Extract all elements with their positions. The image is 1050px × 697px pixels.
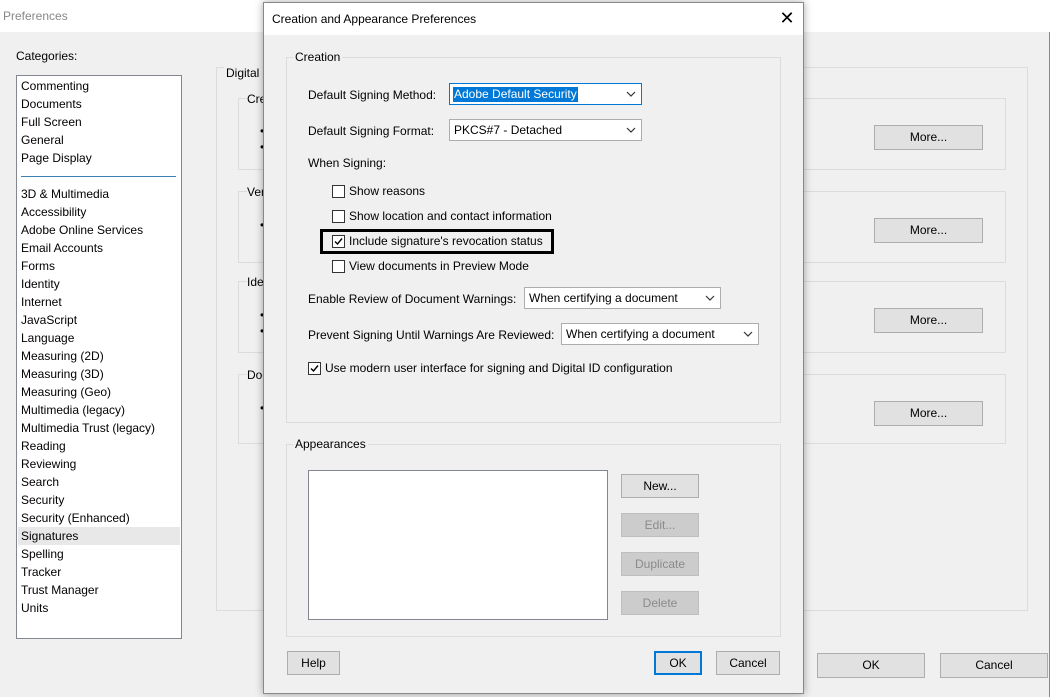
category-item[interactable]: Commenting [21, 77, 89, 95]
category-item[interactable]: Internet [21, 293, 62, 311]
when-signing-label: When Signing: [308, 156, 387, 170]
categories-separator [21, 176, 176, 177]
category-item[interactable]: Measuring (Geo) [21, 383, 111, 401]
more-button-document[interactable]: More... [874, 401, 983, 426]
close-icon[interactable]: ✕ [777, 7, 797, 29]
more-button-verification[interactable]: More... [874, 218, 983, 243]
signing-method-value: Adobe Default Security [453, 87, 578, 102]
checkbox-label: View documents in Preview Mode [349, 259, 529, 273]
checkbox[interactable] [332, 210, 345, 223]
categories-label: Categories: [16, 49, 78, 63]
delete-appearance-button[interactable]: Delete [621, 591, 699, 615]
dialog-title-bar: Creation and Appearance Preferences ✕ [264, 3, 803, 35]
modern-ui-label: Use modern user interface for signing an… [325, 361, 673, 375]
category-item[interactable]: Page Display [21, 149, 92, 167]
new-appearance-button[interactable]: New... [621, 474, 699, 498]
preferences-ok-button[interactable]: OK [817, 653, 925, 678]
category-item-selected[interactable]: Signatures [18, 527, 180, 545]
checkmark-icon [310, 365, 319, 373]
category-item[interactable]: Spelling [21, 545, 64, 563]
category-item[interactable]: Forms [21, 257, 55, 275]
chevron-down-icon [626, 127, 636, 133]
category-item[interactable]: Security (Enhanced) [21, 509, 130, 527]
category-item[interactable]: Reviewing [21, 455, 76, 473]
category-item[interactable]: Measuring (3D) [21, 365, 104, 383]
revocation-status-highlight [320, 229, 554, 254]
category-item[interactable]: Tracker [21, 563, 61, 581]
bg-group-label-identities: Ide [247, 275, 264, 289]
category-item[interactable]: General [21, 131, 64, 149]
category-item[interactable]: Multimedia (legacy) [21, 401, 125, 419]
signing-method-label: Default Signing Method: [308, 88, 437, 102]
category-item[interactable]: Search [21, 473, 59, 491]
prevent-signing-label: Prevent Signing Until Warnings Are Revie… [308, 328, 555, 342]
category-item[interactable]: Email Accounts [21, 239, 103, 257]
review-warnings-value: When certifying a document [529, 291, 678, 305]
category-item[interactable]: Multimedia Trust (legacy) [21, 419, 155, 437]
category-item[interactable]: Accessibility [21, 203, 86, 221]
chevron-down-icon [626, 91, 636, 97]
dialog-cancel-button[interactable]: Cancel [716, 651, 780, 675]
category-item[interactable]: JavaScript [21, 311, 77, 329]
more-button-creation[interactable]: More... [874, 125, 983, 150]
checkbox[interactable] [332, 185, 345, 198]
signing-format-dropdown[interactable]: PKCS#7 - Detached [449, 119, 642, 141]
signing-format-label: Default Signing Format: [308, 124, 435, 138]
category-item[interactable]: Documents [21, 95, 82, 113]
category-item[interactable]: Units [21, 599, 48, 617]
category-item[interactable]: Trust Manager [21, 581, 99, 599]
signing-method-dropdown[interactable]: Adobe Default Security [449, 83, 642, 105]
category-item[interactable]: Full Screen [21, 113, 82, 131]
creation-group-label: Creation [293, 50, 343, 64]
prevent-signing-value: When certifying a document [566, 327, 715, 341]
category-item[interactable]: Identity [21, 275, 60, 293]
category-item[interactable]: Language [21, 329, 74, 347]
review-warnings-dropdown[interactable]: When certifying a document [524, 287, 721, 309]
chevron-down-icon [743, 331, 753, 337]
preferences-cancel-button[interactable]: Cancel [940, 653, 1048, 678]
categories-list[interactable]: Commenting Documents Full Screen General Pag… [16, 75, 182, 639]
modern-ui-checkbox[interactable] [308, 362, 321, 375]
signing-format-value: PKCS#7 - Detached [454, 123, 563, 137]
dialog-title: Creation and Appearance Preferences [272, 12, 477, 26]
dialog-ok-button[interactable]: OK [654, 651, 702, 675]
checkbox[interactable] [332, 260, 345, 273]
checkbox-label: Show location and contact information [349, 209, 552, 223]
category-item[interactable]: Measuring (2D) [21, 347, 104, 365]
duplicate-appearance-button[interactable]: Duplicate [621, 552, 699, 576]
appearances-group-label: Appearances [293, 437, 368, 451]
checkbox-label: Show reasons [349, 184, 426, 198]
prevent-signing-dropdown[interactable]: When certifying a document [561, 323, 759, 345]
category-item[interactable]: Reading [21, 437, 66, 455]
chevron-down-icon [705, 295, 715, 301]
preferences-title: Preferences [3, 9, 68, 23]
help-button[interactable]: Help [287, 651, 340, 675]
category-item[interactable]: Security [21, 491, 64, 509]
appearances-list[interactable] [308, 470, 608, 620]
edit-appearance-button[interactable]: Edit... [621, 513, 699, 537]
category-item[interactable]: Adobe Online Services [21, 221, 143, 239]
review-warnings-label: Enable Review of Document Warnings: [308, 292, 517, 306]
category-item[interactable]: 3D & Multimedia [21, 185, 109, 203]
more-button-identities[interactable]: More... [874, 308, 983, 333]
